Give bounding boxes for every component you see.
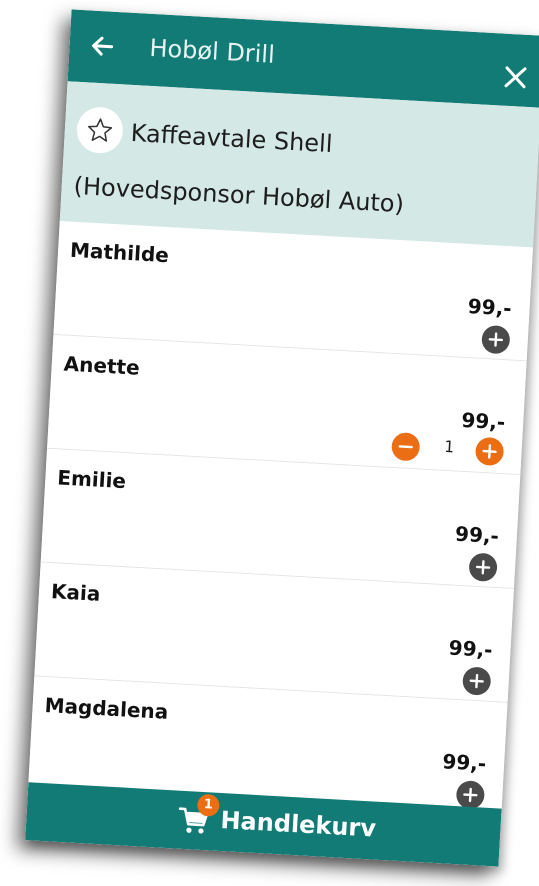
add-button[interactable]	[474, 436, 505, 467]
remove-button[interactable]	[390, 431, 421, 462]
screen: Hobøl Drill Kaffeavtale Shell (Hovedspon…	[0, 0, 539, 886]
plus-icon	[463, 787, 478, 803]
price: 99,-	[467, 294, 513, 321]
plus-icon	[482, 444, 497, 459]
quantity-value: 1	[443, 436, 455, 457]
cart-label: Handlekurv	[219, 806, 377, 843]
price: 99,-	[454, 521, 500, 549]
add-button[interactable]	[461, 666, 492, 696]
participant-name: Magdalena	[44, 693, 169, 724]
favorite-button[interactable]	[75, 105, 125, 155]
participant-name: Anette	[63, 351, 141, 380]
plus-icon	[488, 332, 504, 347]
plus-icon	[475, 560, 491, 575]
app-title: Hobøl Drill	[148, 33, 276, 69]
add-button[interactable]	[468, 552, 498, 583]
add-button[interactable]	[481, 324, 511, 355]
add-button[interactable]	[455, 780, 486, 810]
participant-name: Mathilde	[69, 237, 170, 268]
minus-icon	[398, 445, 413, 449]
product-name: Kaffeavtale Shell	[130, 118, 334, 159]
product-header: Kaffeavtale Shell (Hovedsponsor Hobøl Au…	[59, 81, 539, 248]
price: 99,-	[460, 407, 506, 435]
participant-list: Mathilde 99,- Anette 99,- 1 Emilie 99,- …	[27, 221, 534, 817]
price: 99,-	[441, 749, 487, 776]
close-icon[interactable]	[500, 61, 532, 93]
app-window: Hobøl Drill Kaffeavtale Shell (Hovedspon…	[25, 9, 539, 867]
product-subtitle: (Hovedsponsor Hobøl Auto)	[72, 171, 405, 219]
cart-count-badge: 1	[196, 793, 220, 817]
plus-icon	[469, 673, 484, 689]
price: 99,-	[448, 635, 494, 662]
cart-icon-wrap: 1	[176, 793, 220, 839]
participant-name: Emilie	[56, 465, 127, 494]
arrow-left-icon[interactable]	[85, 28, 121, 64]
participant-name: Kaia	[50, 579, 102, 606]
star-outline-icon	[87, 118, 113, 142]
